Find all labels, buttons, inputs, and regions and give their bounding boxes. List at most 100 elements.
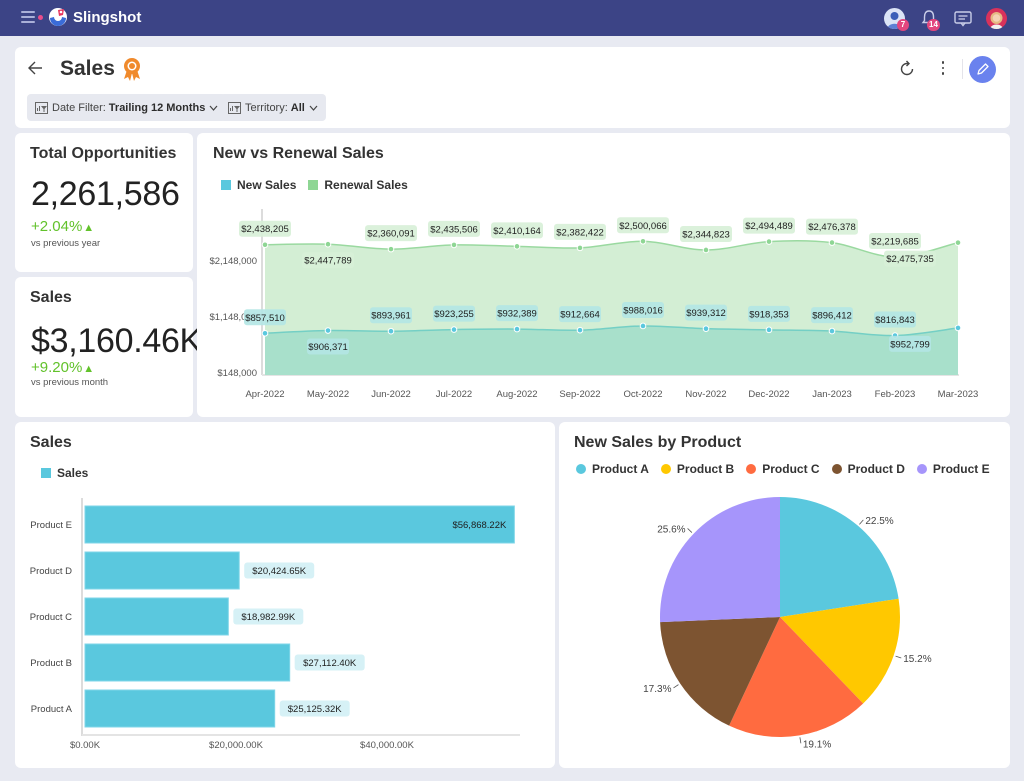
- notifications-count-badge: 14: [927, 19, 940, 31]
- category-label: Product D: [30, 566, 72, 577]
- back-arrow-icon[interactable]: [27, 60, 43, 76]
- x-tick-label: Sep-2022: [559, 389, 600, 400]
- kpi-title: Total Opportunities: [30, 145, 177, 162]
- data-point[interactable]: [513, 325, 521, 333]
- dashboard-header: Sales Date Filter: Trailing 12 Months Te…: [15, 47, 1010, 128]
- bar-product-b[interactable]: [84, 643, 291, 682]
- up-triangle-icon: ▲: [83, 222, 95, 234]
- slingshot-logo-icon: [49, 8, 67, 26]
- data-point[interactable]: [828, 239, 836, 246]
- territory-filter-value: All: [290, 101, 305, 114]
- edit-dashboard-button[interactable]: [969, 56, 996, 83]
- pie-slice-product-e[interactable]: [660, 497, 780, 623]
- app-brand-name: Slingshot: [73, 9, 142, 26]
- data-point[interactable]: [954, 324, 962, 332]
- data-label: $2,382,422: [556, 227, 604, 238]
- data-label: $2,344,823: [682, 229, 730, 240]
- leader-line: [799, 737, 802, 744]
- data-label: $893,961: [371, 311, 411, 322]
- more-options-icon[interactable]: [935, 61, 951, 77]
- y-tick-label: $148,000: [217, 368, 257, 379]
- pencil-icon: [977, 63, 989, 75]
- kpi-sales[interactable]: Sales $3,160.46K +9.20%▲ vs previous mon…: [15, 277, 202, 417]
- profile-photo-icon: [990, 12, 1003, 29]
- data-point[interactable]: [639, 322, 647, 330]
- data-point[interactable]: [954, 239, 962, 246]
- x-tick-label: Jan-2023: [812, 389, 852, 400]
- data-point[interactable]: [450, 326, 458, 333]
- date-filter-value: Trailing 12 Months: [108, 101, 206, 114]
- data-label: $912,664: [560, 310, 600, 321]
- x-tick-label: $0.00K: [70, 740, 101, 751]
- data-point[interactable]: [576, 244, 584, 252]
- data-label: $952,799: [890, 339, 930, 350]
- slice-percent-label: 25.6%: [657, 524, 685, 535]
- data-label: $2,360,091: [367, 229, 415, 240]
- new-vs-renewal-sales-card[interactable]: New vs Renewal Sales New Sales Renewal S…: [197, 133, 1010, 417]
- data-label: $932,389: [497, 309, 537, 320]
- page-title: Sales: [60, 57, 115, 80]
- data-point[interactable]: [450, 241, 458, 249]
- data-point[interactable]: [765, 326, 773, 334]
- y-tick-label: $2,148,000: [209, 256, 257, 267]
- data-point[interactable]: [765, 238, 773, 245]
- x-tick-label: Mar-2023: [938, 389, 979, 400]
- data-point[interactable]: [702, 246, 710, 254]
- data-label: $2,494,489: [745, 221, 793, 232]
- data-point[interactable]: [576, 326, 584, 334]
- chevron-down-icon: [209, 105, 218, 111]
- hamburger-menu-icon[interactable]: [21, 11, 35, 23]
- value-label: $25,125.32K: [288, 704, 343, 715]
- x-tick-label: Jul-2022: [436, 389, 472, 400]
- data-point[interactable]: [261, 329, 269, 337]
- data-point[interactable]: [387, 245, 395, 253]
- kpi-title: Sales: [30, 289, 72, 306]
- toolbar-divider: [962, 59, 963, 79]
- data-point[interactable]: [828, 327, 836, 335]
- kpi-value: $3,160.46K: [31, 322, 202, 360]
- refresh-icon[interactable]: [898, 60, 916, 78]
- data-point[interactable]: [513, 243, 521, 250]
- territory-filter-button[interactable]: Territory: All: [220, 94, 326, 121]
- x-tick-label: Dec-2022: [748, 389, 789, 400]
- data-label: $816,843: [875, 315, 915, 326]
- x-tick-label: Feb-2023: [875, 389, 916, 400]
- x-tick-label: May-2022: [307, 389, 349, 400]
- value-label: $27,112.40K: [303, 658, 357, 669]
- award-ribbon-icon: [124, 58, 140, 81]
- data-label: $2,475,735: [886, 254, 934, 265]
- kpi-value: 2,261,586: [31, 175, 180, 213]
- data-point[interactable]: [324, 240, 332, 248]
- data-point[interactable]: [387, 327, 395, 335]
- date-filter-button[interactable]: Date Filter: Trailing 12 Months: [27, 94, 227, 121]
- bar-product-a[interactable]: [84, 689, 276, 728]
- bar-product-e[interactable]: [84, 505, 515, 544]
- data-point[interactable]: [261, 241, 269, 249]
- new-sales-by-product-pie-card[interactable]: New Sales by Product Product A Product BP…: [559, 422, 1010, 768]
- kpi-delta-value: +2.04%: [31, 218, 83, 235]
- x-tick-label: Jun-2022: [371, 389, 411, 400]
- bar-product-d[interactable]: [84, 551, 240, 590]
- x-tick-label: $20,000.00K: [209, 740, 264, 751]
- kpi-delta: +9.20%▲: [31, 359, 94, 376]
- messages-icon[interactable]: [954, 11, 972, 27]
- data-point[interactable]: [639, 237, 647, 245]
- sales-by-product-bar-card[interactable]: Sales Sales $0.00K $20,000.00K $40,000.00K…: [15, 422, 555, 768]
- date-filter-label: Date Filter:: [52, 101, 106, 114]
- user-profile-avatar[interactable]: [986, 8, 1007, 29]
- bar-product-c[interactable]: [84, 597, 229, 636]
- filter-chart-icon: [228, 101, 241, 114]
- avatar-count-badge: 7: [897, 19, 909, 31]
- kpi-delta-value: +9.20%: [31, 359, 83, 376]
- pie-chart-svg: 22.5% 15.2% 19.1% 17.3% 25.6%: [643, 497, 932, 750]
- kpi-total-opportunities[interactable]: Total Opportunities 2,261,586 +2.04%▲ vs…: [15, 133, 193, 272]
- data-label: $2,500,066: [619, 221, 667, 232]
- data-point[interactable]: [324, 327, 332, 334]
- data-point[interactable]: [702, 325, 710, 332]
- kpi-comparison: vs previous month: [31, 377, 109, 388]
- kpi-delta: +2.04%▲: [31, 218, 94, 235]
- x-tick-label: Apr-2022: [245, 389, 284, 400]
- territory-filter-label: Territory:: [245, 101, 288, 114]
- data-label: $906,371: [308, 342, 348, 353]
- data-label: $2,438,205: [241, 224, 289, 235]
